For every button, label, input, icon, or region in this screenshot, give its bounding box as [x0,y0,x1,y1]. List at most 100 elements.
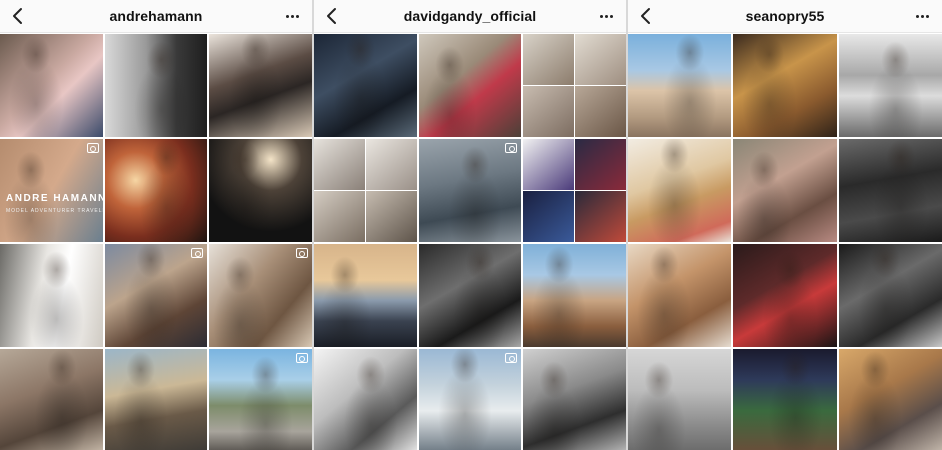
collage-cell [314,191,365,242]
igtv-video-icon [86,143,99,153]
photo-image [838,349,942,450]
photo-tile-man-driving-car[interactable] [314,34,417,137]
photo-tile-man-in-suit-spiral-light[interactable] [104,139,208,242]
photo-image [314,244,417,347]
photo-tile-man-with-jaguar-desert[interactable] [523,244,626,347]
photo-tile-man-in-pink-sweater-sofa[interactable] [0,34,103,137]
photo-tile-skyscraper-bw[interactable] [838,139,942,242]
chevron-left-icon [13,8,22,24]
more-options-button[interactable] [280,5,304,27]
photo-tile-man-glasses-cat[interactable] [0,349,103,450]
photo-tile-dog-in-puddle[interactable] [418,139,522,242]
back-button[interactable] [6,4,30,28]
photo-tile-man-profile-bw[interactable] [104,34,208,137]
photo-image [628,349,732,450]
profile-username: seanopry55 [745,8,825,24]
photo-tile-man-with-dog-selfie[interactable] [838,349,942,450]
photo-image [0,244,103,347]
igtv-video-icon [191,248,204,258]
photo-tile-man-sleeping-pillow[interactable] [628,244,732,347]
collage-cell [523,191,575,242]
photo-tile-mountain-road[interactable] [209,349,312,450]
photo-tile-man-lying-shirt[interactable] [733,139,837,242]
photo-image [209,139,312,242]
photo-image [104,349,208,450]
photo-image [628,34,732,137]
collage-grid [523,34,626,137]
photo-tile-man-tattooed-breakfast[interactable] [209,34,312,137]
profile-panel-seanopry55: seanopry55 [628,0,942,450]
photo-image [0,139,103,242]
chevron-left-icon [327,8,336,24]
igtv-video-icon [295,353,308,363]
photo-tile-man-with-guitar[interactable] [104,244,208,347]
collage-cell [523,86,575,137]
photo-tile-golden-dog-indoors[interactable] [628,139,732,242]
collage-cell [575,139,626,190]
photo-tile-collage-relaxing[interactable] [523,34,626,137]
photo-tile-tower-in-fog-bw[interactable] [628,349,732,450]
photo-tile-dog-on-beach[interactable] [628,34,732,137]
profile-header: andrehamann [0,0,312,33]
photo-image [314,34,417,137]
collage-cell [575,34,626,85]
photo-image [418,244,522,347]
more-options-button[interactable] [910,5,934,27]
photo-tile-man-cliff-coast[interactable] [104,349,208,450]
collage-cell [365,139,417,190]
more-options-button[interactable] [594,5,618,27]
photo-tile-dogs-on-sofa[interactable] [418,34,522,137]
photo-image [209,34,312,137]
profile-panel-davidgandy-official: davidgandy_official [314,0,626,450]
photo-image [104,244,208,347]
photo-image [733,349,837,450]
photo-tile-classic-car-sunset[interactable] [314,244,417,347]
photo-tile-man-with-dog-closeup[interactable] [209,244,312,347]
collage-grid [314,139,417,242]
photo-tile-sock-boxes-collage[interactable] [523,139,626,242]
photo-image [314,349,417,450]
collage-cell [575,86,626,137]
photo-image [838,244,942,347]
photo-tile-man-white-shirt-window[interactable] [0,244,103,347]
photo-caption-subtitle: MODEL ADVENTURER TRAVELER [6,208,103,214]
igtv-video-icon [505,353,518,363]
photo-tile-stadium-night[interactable] [733,349,837,450]
photo-image [418,349,522,450]
photo-image [838,34,942,137]
photo-image [104,34,208,137]
photo-image [628,139,732,242]
photo-tile-man-sunglasses-red[interactable] [733,244,837,347]
collage-cell [365,191,417,242]
photo-image [418,139,522,242]
photo-tile-man-tuxedo-event[interactable] [418,244,522,347]
photo-tile-andre-hamann-banner[interactable]: ANDRE HAMANN MODEL ADVENTURER TRAVELER [0,139,103,242]
photo-tile-oculus-hall-bw[interactable] [838,34,942,137]
photo-grid: ANDRE HAMANN MODEL ADVENTURER TRAVELER [0,34,312,450]
back-button[interactable] [320,4,344,28]
photo-tile-man-tuxedo-dark[interactable] [209,139,312,242]
photo-image [733,34,837,137]
collage-cell [575,191,626,242]
profile-header: davidgandy_official [314,0,626,33]
chevron-left-icon [641,8,650,24]
photo-tile-man-with-golden-dog[interactable] [733,34,837,137]
photo-tile-collage-sleeping-dinner[interactable] [314,139,417,242]
photo-tile-dog-sketch[interactable] [314,349,417,450]
more-dots-icon [915,14,929,18]
photo-image [628,244,732,347]
profile-username: davidgandy_official [403,8,537,24]
photo-image [838,139,942,242]
profile-panel-andrehamann: andrehamann ANDRE HAMANN MODEL ADVENTURER… [0,0,312,450]
photo-image [523,244,626,347]
photo-image [209,349,312,450]
photo-image [0,349,103,450]
photo-tile-man-piano-bw[interactable] [838,244,942,347]
photo-caption-title: ANDRE HAMANN [6,193,103,204]
photo-tile-man-with-white-suv[interactable] [418,349,522,450]
profile-username: andrehamann [109,8,203,24]
photo-grid [314,34,626,450]
back-button[interactable] [634,4,658,28]
photo-tile-man-in-coat-dog-bw[interactable] [523,349,626,450]
collage-cell [523,34,575,85]
